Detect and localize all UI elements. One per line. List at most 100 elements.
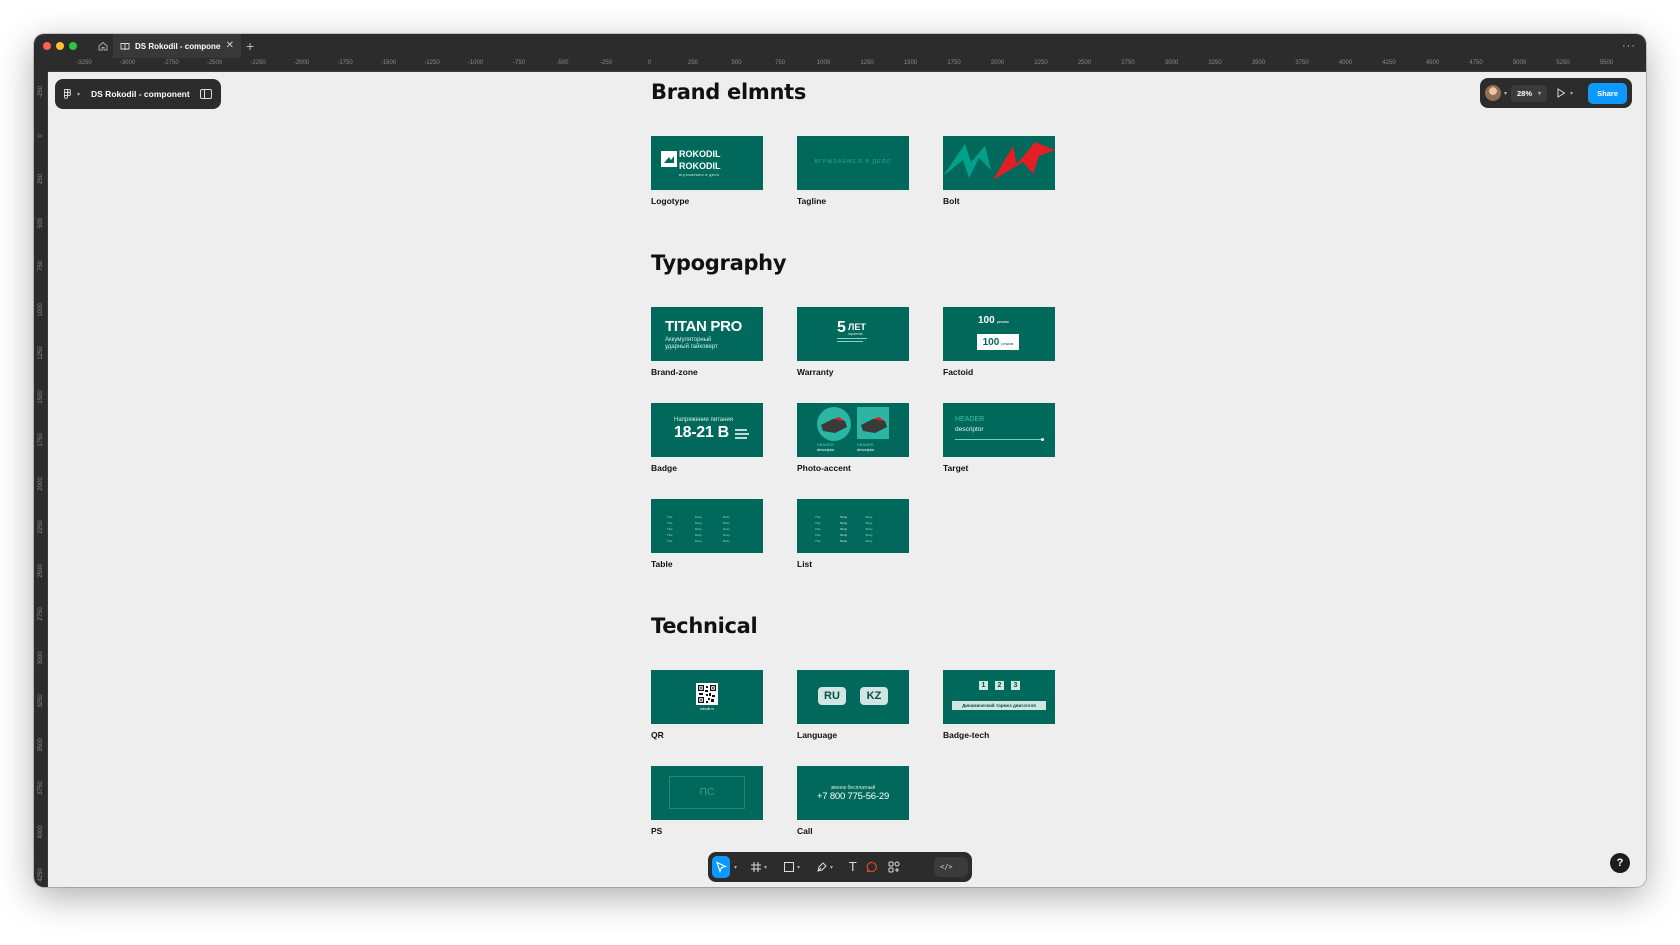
component-brand-zone[interactable]: TITAN PRO Аккумуляторный ударный гайкове… xyxy=(651,307,763,377)
warranty-thumbnail: 5 ЛЕТ гарантии xyxy=(797,307,909,361)
component-warranty[interactable]: 5 ЛЕТ гарантии Warranty xyxy=(797,307,909,377)
ruler-tick-label: 3750 xyxy=(38,781,44,795)
move-tool-button[interactable] xyxy=(712,856,730,878)
logo-line: ROKODIL xyxy=(679,161,721,171)
table-cell: Title xyxy=(667,521,673,525)
dev-mode-toggle[interactable]: </> xyxy=(934,857,968,877)
brand-zone-sub: Аккумуляторный ударный гайковерт xyxy=(665,337,718,351)
component-target[interactable]: HEADER descriptor Target xyxy=(943,403,1055,473)
component-badge[interactable]: Напряжение питания 18-21 В Badge xyxy=(651,403,763,473)
card-label: Tagline xyxy=(797,196,827,206)
section-title-brand: Brand elmnts xyxy=(651,80,807,104)
help-button[interactable]: ? xyxy=(1610,853,1630,873)
avatar[interactable] xyxy=(1485,85,1501,101)
target-header: HEADER xyxy=(955,416,985,423)
table-cell: Body xyxy=(723,533,730,537)
list-cell: Title xyxy=(815,515,821,519)
card-label: Call xyxy=(797,826,813,836)
pen-tool-icon xyxy=(817,862,827,872)
component-badge-tech[interactable]: 1 2 3 Динамический тормоз двигателя Badg… xyxy=(943,670,1055,740)
tab-close-icon[interactable]: ✕ xyxy=(226,41,234,51)
component-photo-accent[interactable]: HEADER descriptor HEADER descriptor Phot… xyxy=(797,403,909,473)
table-cell: Body xyxy=(695,521,702,525)
components-button[interactable] xyxy=(885,856,903,878)
card-label: QR xyxy=(651,730,664,740)
chevron-down-icon[interactable]: ▾ xyxy=(1570,90,1573,97)
list-cell: Body xyxy=(840,527,848,531)
ruler-tick-label: 2000 xyxy=(990,60,1005,66)
tab-ds-rokodil[interactable]: DS Rokodil - component ✕ xyxy=(113,34,241,58)
zoom-value: 28% xyxy=(1517,88,1533,98)
figma-menu-icon[interactable] xyxy=(64,88,72,100)
ruler-tick-label: 750 xyxy=(38,260,44,272)
warranty-line xyxy=(837,341,863,342)
component-list[interactable]: Title Body Body Title Body Body Title Body Body T… xyxy=(797,499,909,569)
comment-tool-icon xyxy=(866,861,878,873)
component-table[interactable]: Title Body Body Title Body Body Title Body Body T… xyxy=(651,499,763,569)
new-tab-button[interactable]: + xyxy=(246,36,254,56)
component-ps[interactable]: ПС PS xyxy=(651,766,763,836)
card-label: Table xyxy=(651,559,673,569)
ruler-tick-label: 750 xyxy=(774,60,786,66)
rectangle-tool-button[interactable]: ▾ xyxy=(780,856,803,878)
file-panel[interactable]: ▾ DS Rokodil - component xyxy=(55,79,221,109)
move-tool-icon xyxy=(716,861,727,873)
table-preview: Title Body Body Title Body Body Title Body Body T… xyxy=(667,515,751,543)
home-button[interactable] xyxy=(94,37,112,55)
factoid-number: 100 xyxy=(982,337,1000,348)
comment-tool-button[interactable] xyxy=(863,856,881,878)
logo-wordmark: ROKODIL ROKODIL вгрызаемся в дело xyxy=(679,148,721,177)
badge-tech-caption: Динамический тормоз двигателя xyxy=(952,701,1046,710)
file-name[interactable]: DS Rokodil - component xyxy=(91,89,195,99)
component-logotype[interactable]: ROKODIL ROKODIL вгрызаемся в дело Logoty… xyxy=(651,136,763,206)
text-tool-button[interactable]: T xyxy=(846,856,859,878)
ruler-tick-label: 500 xyxy=(731,60,742,66)
sidebar-toggle-icon[interactable] xyxy=(200,89,212,99)
component-language[interactable]: RU KZ Language xyxy=(797,670,909,740)
badge-thumbnail: Напряжение питания 18-21 В xyxy=(651,403,763,457)
list-cell: Body xyxy=(865,515,873,519)
maximize-window-button[interactable] xyxy=(69,42,77,50)
component-qr[interactable]: rokodil.ru QR xyxy=(651,670,763,740)
ruler-tick-label: 4250 xyxy=(38,868,44,882)
chevron-down-icon[interactable]: ▾ xyxy=(77,91,80,98)
play-icon xyxy=(1557,88,1566,98)
vertical-ruler[interactable]: -250 0 250 500 750 1000 1250 1500 1750 2000 2250 25… xyxy=(34,72,48,887)
close-window-button[interactable] xyxy=(43,42,51,50)
ruler-tick-label: 1250 xyxy=(38,346,44,360)
ps-mark: ПС xyxy=(669,776,745,809)
factoid-thumbnail: 100 режим 100 режим xyxy=(943,307,1055,361)
list-cell: Title xyxy=(815,539,821,543)
chevron-down-icon[interactable]: ▾ xyxy=(1504,90,1507,97)
card-label: Badge xyxy=(651,463,677,473)
table-cell: Body xyxy=(723,539,730,543)
ruler-tick-label: -2000 xyxy=(293,60,310,66)
brand-zone-heading: TITAN PRO xyxy=(665,318,743,335)
more-icon[interactable]: ··· xyxy=(1622,36,1636,56)
component-factoid[interactable]: 100 режим 100 режим Factoid xyxy=(943,307,1055,377)
pen-tool-button[interactable]: ▾ xyxy=(813,856,836,878)
minimize-window-button[interactable] xyxy=(56,42,64,50)
chevron-down-icon[interactable]: ▾ xyxy=(734,864,737,871)
table-cell: Body xyxy=(695,527,702,531)
chevron-down-icon: ▾ xyxy=(1538,90,1542,97)
ruler-tick-label: 5500 xyxy=(1599,60,1614,66)
ruler-tick-label: -500 xyxy=(556,60,569,66)
component-bolt[interactable]: Bolt xyxy=(943,136,1055,206)
brand-zone-thumbnail: TITAN PRO Аккумуляторный ударный гайкове… xyxy=(651,307,763,361)
share-button[interactable]: Share xyxy=(1588,82,1627,104)
card-label: Photo-accent xyxy=(797,463,851,473)
list-cell: Body xyxy=(865,539,873,543)
warranty-number: 5 xyxy=(837,319,846,336)
call-phone: +7 800 775-56-29 xyxy=(816,791,890,802)
present-button[interactable]: ▾ xyxy=(1556,88,1573,98)
zoom-dropdown[interactable]: 28% ▾ xyxy=(1511,84,1548,102)
component-call[interactable]: звонок бесплатный +7 800 775-56-29 Call xyxy=(797,766,909,836)
ruler-tick-label: 3500 xyxy=(38,737,44,752)
frame-tool-button[interactable]: ▾ xyxy=(747,856,770,878)
title-bar: DS Rokodil - component ✕ + ··· xyxy=(34,34,1646,58)
tagline-text: вгрызаемся в дело xyxy=(814,159,892,165)
ruler-tick-label: 0 xyxy=(38,133,44,138)
horizontal-ruler[interactable]: -3250 -3000 -2750 -2500 -2250 -2000 -1750 -1500… xyxy=(48,58,1646,72)
component-tagline[interactable]: вгрызаемся в дело Tagline xyxy=(797,136,909,206)
